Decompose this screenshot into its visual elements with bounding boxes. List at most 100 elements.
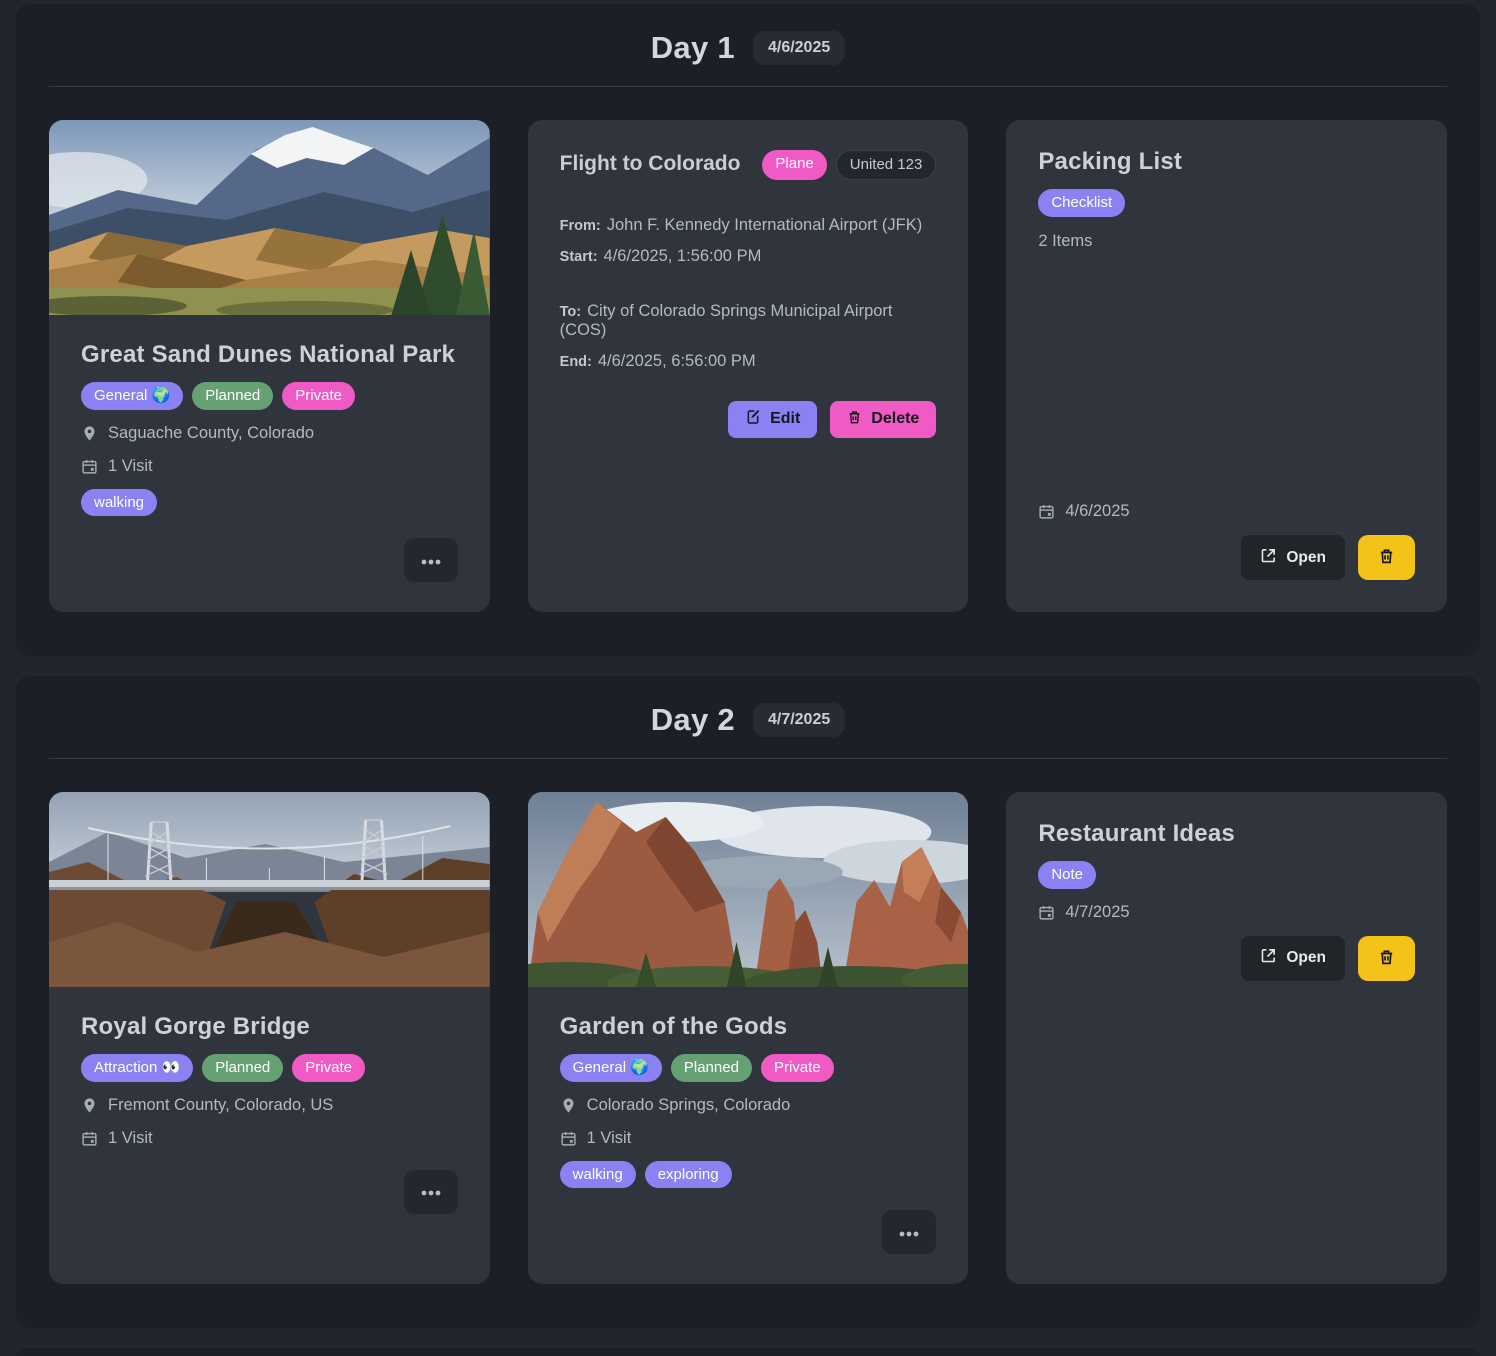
card-body: Flight to Colorado Plane United 123 From… (528, 120, 969, 612)
day-2-header: Day 2 4/7/2025 (49, 702, 1447, 738)
open-button-label: Open (1286, 549, 1326, 567)
privacy-tag: Private (292, 1054, 365, 1082)
day-1-date-badge: 4/6/2025 (753, 31, 845, 65)
edit-icon (745, 409, 761, 430)
tag-row: Checklist (1038, 189, 1415, 217)
footer-actions: Open (1038, 535, 1415, 580)
checklist-card-packing-list: Packing List Checklist 2 Items 4/6/2025 (1006, 120, 1447, 612)
external-link-icon (1260, 947, 1277, 969)
start-row: Start: 4/6/2025, 1:56:00 PM (560, 247, 937, 266)
delete-note-button[interactable] (1358, 936, 1415, 981)
tag-row: General 🌍 Planned Private (560, 1054, 937, 1082)
transport-mode-tag: Plane (762, 150, 826, 180)
location-pin-icon (81, 425, 98, 442)
date-text: 4/6/2025 (1065, 502, 1129, 521)
external-link-icon (1260, 547, 1277, 569)
location-text: Fremont County, Colorado, US (108, 1096, 333, 1115)
flight-header: Flight to Colorado Plane United 123 (560, 150, 937, 180)
card-body: Packing List Checklist 2 Items 4/6/2025 (1006, 120, 1447, 612)
card-title: Garden of the Gods (560, 1013, 937, 1041)
visits-row: 1 Visit (560, 1129, 937, 1148)
day-section-1: Day 1 4/6/2025 (16, 4, 1480, 656)
ellipsis-icon (421, 553, 441, 568)
card-body: Restaurant Ideas Note 4/7/2025 Open (1006, 792, 1447, 1284)
day-section-next-partial (16, 1348, 1480, 1356)
category-tag: General 🌍 (560, 1054, 662, 1082)
visits-text: 1 Visit (108, 457, 153, 476)
end-row: End:4/6/2025, 6:56:00 PM (560, 352, 937, 371)
great-sand-dunes-photo (49, 120, 490, 315)
location-row: Colorado Springs, Colorado (560, 1096, 937, 1115)
activity-tag: exploring (645, 1161, 732, 1189)
day-section-2: Day 2 4/7/2025 (16, 676, 1480, 1328)
day-2-divider (49, 758, 1447, 759)
to-label: To: (560, 304, 581, 320)
day-2-date-badge: 4/7/2025 (753, 703, 845, 737)
place-card-royal-gorge-bridge: Royal Gorge Bridge Attraction 👀 Planned … (49, 792, 490, 1284)
card-title: Packing List (1038, 148, 1415, 176)
transportation-card-flight: Flight to Colorado Plane United 123 From… (528, 120, 969, 612)
day-1-title: Day 1 (651, 30, 735, 66)
date-text: 4/7/2025 (1065, 903, 1129, 922)
footer-actions: Open (1038, 936, 1415, 981)
location-pin-icon (560, 1097, 577, 1114)
visits-row: 1 Visit (81, 1129, 458, 1148)
activity-tag: walking (560, 1161, 636, 1189)
start-label: Start: (560, 249, 598, 265)
from-value: John F. Kennedy International Airport (J… (607, 216, 923, 234)
privacy-tag: Private (761, 1054, 834, 1082)
edit-button[interactable]: Edit (728, 401, 817, 438)
to-value: City of Colorado Springs Municipal Airpo… (560, 302, 893, 339)
from-label: From: (560, 218, 601, 234)
tag-row: Note (1038, 861, 1415, 889)
more-options-button[interactable] (404, 1170, 458, 1214)
visits-text: 1 Visit (108, 1129, 153, 1148)
status-tag: Planned (202, 1054, 283, 1082)
category-tag: Attraction 👀 (81, 1054, 193, 1082)
calendar-icon (81, 458, 98, 475)
delete-button[interactable]: Delete (830, 401, 936, 438)
status-tag: Planned (192, 382, 273, 410)
tag-row: General 🌍 Planned Private (81, 382, 458, 410)
date-row: 4/6/2025 (1038, 502, 1415, 521)
calendar-icon (1038, 904, 1055, 921)
location-row: Fremont County, Colorado, US (81, 1096, 458, 1115)
edit-button-label: Edit (770, 410, 800, 428)
items-count: 2 Items (1038, 232, 1415, 251)
ellipsis-icon (421, 1184, 441, 1199)
tag-row: Attraction 👀 Planned Private (81, 1054, 458, 1082)
location-pin-icon (81, 1097, 98, 1114)
flight-actions: Edit Delete (560, 401, 937, 438)
garden-of-the-gods-photo (528, 792, 969, 987)
card-body: Royal Gorge Bridge Attraction 👀 Planned … (49, 987, 490, 1284)
card-title: Royal Gorge Bridge (81, 1013, 458, 1041)
day-1-cards: Great Sand Dunes National Park General 🌍… (49, 120, 1447, 612)
card-body: Garden of the Gods General 🌍 Planned Pri… (528, 987, 969, 1284)
more-options-button[interactable] (404, 538, 458, 582)
card-title: Great Sand Dunes National Park (81, 341, 458, 369)
date-row: 4/7/2025 (1038, 903, 1415, 922)
trash-icon (1378, 948, 1395, 969)
more-options-button[interactable] (882, 1210, 936, 1254)
calendar-icon (560, 1130, 577, 1147)
privacy-tag: Private (282, 382, 355, 410)
status-tag: Planned (671, 1054, 752, 1082)
visits-row: 1 Visit (81, 457, 458, 476)
delete-button-label: Delete (871, 410, 919, 428)
location-row: Saguache County, Colorado (81, 424, 458, 443)
open-button[interactable]: Open (1241, 535, 1345, 580)
card-title: Restaurant Ideas (1038, 820, 1415, 848)
from-row: From: John F. Kennedy International Airpo… (560, 216, 937, 235)
activity-tags: walking exploring (560, 1161, 937, 1189)
open-button[interactable]: Open (1241, 936, 1345, 981)
departure-block: From: John F. Kennedy International Airpo… (560, 204, 937, 266)
activity-tags: walking (81, 489, 458, 517)
day-1-header: Day 1 4/6/2025 (49, 30, 1447, 66)
delete-checklist-button[interactable] (1358, 535, 1415, 580)
start-value: 4/6/2025, 1:56:00 PM (604, 247, 762, 265)
day-2-cards: Royal Gorge Bridge Attraction 👀 Planned … (49, 792, 1447, 1284)
flight-number-badge: United 123 (836, 150, 937, 180)
calendar-icon (1038, 503, 1055, 520)
card-title: Flight to Colorado (560, 152, 741, 176)
note-tag: Note (1038, 861, 1096, 889)
